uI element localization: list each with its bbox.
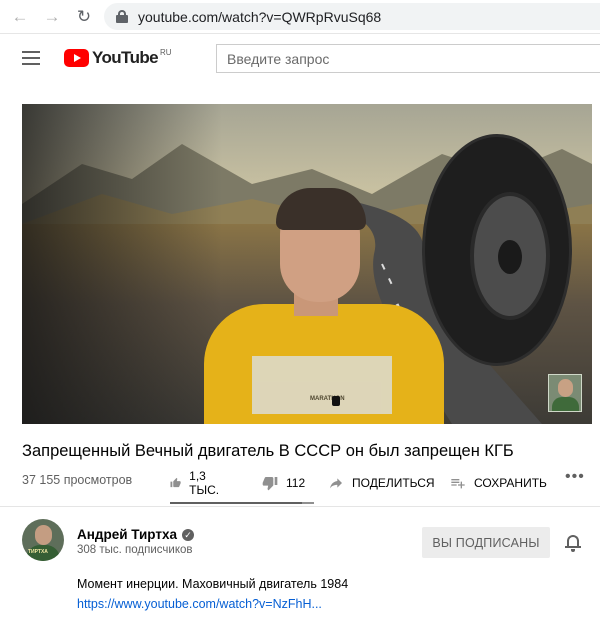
dislike-count: 112	[286, 476, 306, 490]
description-link[interactable]: https://www.youtube.com/watch?v=NzFhH...	[77, 597, 322, 611]
subscribed-button[interactable]: ВЫ ПОДПИСАНЫ	[422, 527, 550, 558]
youtube-header: YouTube RU Введите запрос	[0, 34, 600, 84]
youtube-logo[interactable]: YouTube RU	[64, 48, 172, 68]
video-person-hair	[276, 188, 366, 230]
sentiment-bar-fill	[170, 502, 303, 504]
back-arrow-icon[interactable]: ←	[10, 7, 30, 27]
video-player[interactable]: MARATHON	[22, 104, 592, 424]
save-label: СОХРАНИТЬ	[474, 476, 547, 490]
region-code: RU	[160, 48, 172, 57]
description-text: Момент инерции. Маховичный двигатель 198…	[77, 577, 349, 591]
share-label: ПОДЕЛИТЬСЯ	[352, 476, 435, 490]
playlist-add-icon	[451, 479, 465, 489]
forward-arrow-icon[interactable]: →	[42, 7, 62, 27]
save-button[interactable]: СОХРАНИТЬ	[450, 475, 547, 491]
verified-check-icon: ✓	[182, 528, 195, 541]
reload-icon[interactable]: ↻	[74, 7, 94, 27]
video-shirt-print: MARATHON	[252, 356, 392, 414]
share-arrow-icon	[330, 478, 342, 489]
channel-avatar[interactable]: ТИРТХА	[22, 519, 64, 561]
browser-toolbar: ← → ↻ youtube.com/watch?v=QWRpRvuSq68	[0, 0, 600, 34]
like-button[interactable]: 1,3 ТЫС.	[170, 469, 224, 497]
address-bar[interactable]: youtube.com/watch?v=QWRpRvuSq68	[104, 3, 600, 30]
more-actions-icon[interactable]: •••	[565, 468, 585, 486]
search-placeholder: Введите запрос	[227, 50, 330, 67]
address-url[interactable]: youtube.com/watch?v=QWRpRvuSq68	[138, 9, 381, 25]
share-button[interactable]: ПОДЕЛИТЬСЯ	[328, 475, 435, 491]
menu-icon[interactable]	[22, 51, 40, 65]
like-count: 1,3 ТЫС.	[189, 469, 220, 497]
view-count: 37 155 просмотров	[22, 473, 133, 487]
sentiment-bar	[170, 502, 314, 504]
lock-icon	[116, 10, 128, 23]
notification-bell-icon[interactable]	[565, 534, 581, 552]
search-input[interactable]: Введите запрос	[216, 44, 600, 73]
thumbs-up-icon	[170, 477, 181, 488]
channel-name-text[interactable]: Андрей Тиртха	[77, 527, 177, 542]
youtube-play-icon	[64, 49, 89, 67]
avatar-text: ТИРТХА	[28, 549, 48, 555]
thumbs-down-icon	[262, 477, 278, 491]
video-title: Запрещенный Вечный двигатель В СССР он б…	[22, 442, 514, 460]
video-shade	[22, 104, 222, 424]
video-microphone	[332, 396, 340, 406]
video-hub	[498, 240, 522, 274]
channel-watermark[interactable]	[548, 374, 582, 412]
divider	[0, 506, 600, 507]
logo-text: YouTube	[92, 48, 159, 67]
dislike-button[interactable]: 112	[262, 475, 305, 491]
subscriber-count: 308 тыс. подписчиков	[77, 544, 193, 556]
channel-name[interactable]: Андрей Тиртха ✓	[77, 527, 195, 542]
